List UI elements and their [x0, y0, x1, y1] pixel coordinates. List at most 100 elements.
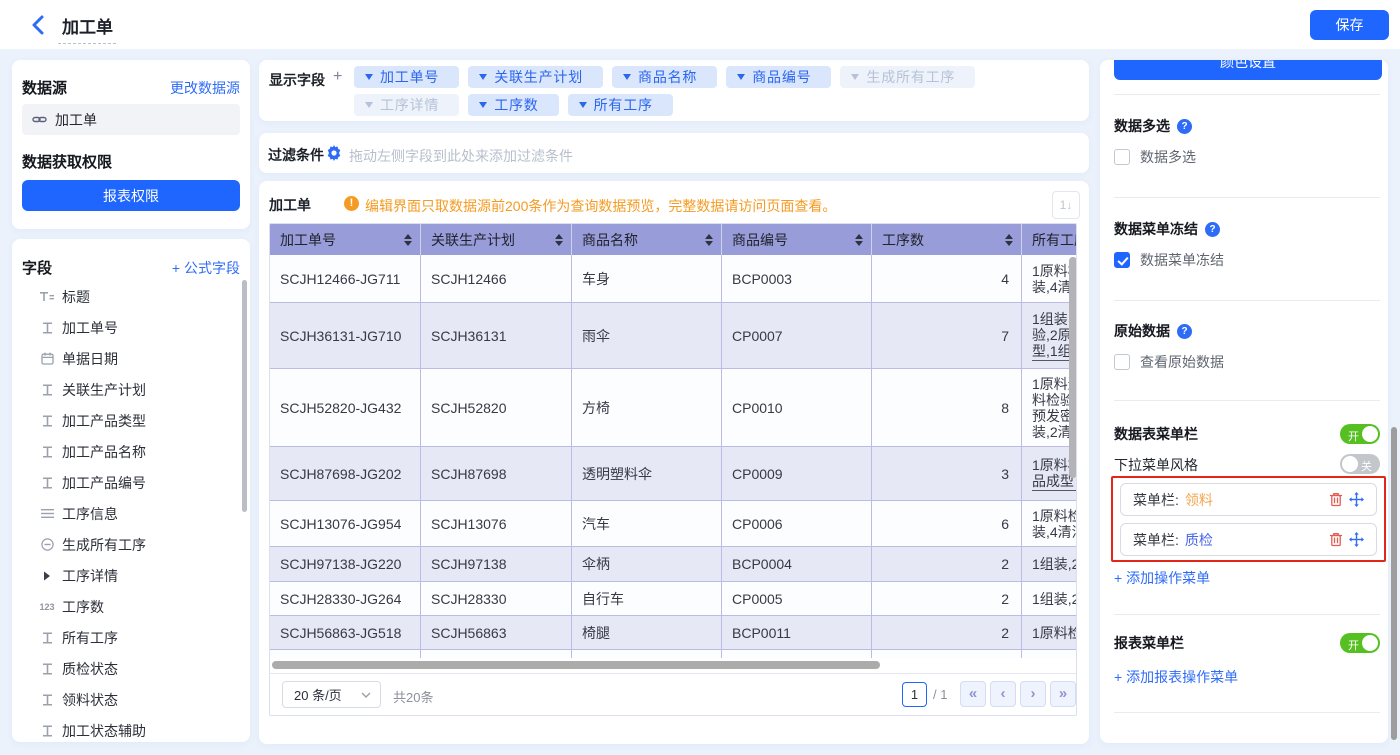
sort-icon[interactable] [855, 234, 863, 246]
display-field-tag[interactable]: 商品名称 [612, 66, 717, 88]
field-item[interactable]: 加工状态辅助 [12, 715, 240, 742]
sort-icon[interactable] [555, 234, 563, 246]
table-cell: SCJH97138-JG220 [270, 547, 421, 581]
display-field-tag[interactable]: 工序详情 [354, 94, 459, 116]
column-header[interactable]: 商品名称 [572, 224, 722, 255]
display-field-tag[interactable]: 关联生产计划 [468, 66, 603, 88]
delete-icon[interactable] [1326, 532, 1346, 547]
help-icon[interactable]: ? [1205, 222, 1220, 237]
column-header[interactable]: 加工单号 [270, 224, 421, 255]
column-header-label: 工序数 [882, 230, 924, 250]
column-header[interactable]: 所有工序 [1022, 224, 1077, 255]
table-row[interactable]: SCJH56863-JG518SCJH56863椅腿BCP001121原料检验 [270, 616, 1077, 650]
display-field-tag[interactable]: 工序数 [468, 94, 558, 116]
field-item[interactable]: 加工产品类型 [12, 405, 240, 436]
field-item[interactable]: 标题 [12, 281, 240, 312]
help-icon[interactable]: ? [1177, 119, 1192, 134]
page-scrollbar[interactable] [1391, 427, 1397, 740]
field-item[interactable]: 单据日期 [12, 343, 240, 374]
title-underline [58, 43, 116, 44]
raw-data-checkbox[interactable] [1114, 354, 1130, 370]
table-cell: SCJH52820 [421, 369, 572, 446]
column-header[interactable]: 商品编号 [722, 224, 872, 255]
menu-freeze-checkbox-row[interactable]: 数据菜单冻结 [1114, 250, 1224, 270]
field-item[interactable]: 加工单号 [12, 312, 240, 343]
display-field-tag[interactable]: 加工单号 [354, 66, 459, 88]
field-item[interactable]: 加工产品编号 [12, 467, 240, 498]
last-page-button[interactable]: » [1050, 681, 1076, 707]
report-menubar-toggle[interactable]: 开 [1340, 633, 1380, 653]
move-icon[interactable] [1346, 492, 1366, 507]
multi-select-checkbox-row[interactable]: 数据多选 [1114, 147, 1196, 167]
table-menubar-heading: 数据表菜单栏 [1114, 424, 1198, 444]
field-item[interactable]: 工序详情 [12, 560, 240, 591]
page-number-input[interactable] [902, 682, 927, 707]
add-display-field-button[interactable]: + [333, 68, 342, 86]
field-item[interactable]: 123工序数 [12, 591, 240, 622]
field-item-label: 工序详情 [62, 566, 118, 586]
table-menubar-toggle[interactable]: 开 [1340, 424, 1380, 444]
report-permission-button[interactable]: 报表权限 [22, 180, 240, 211]
menu-item-lingliao[interactable]: 菜单栏: 领料 [1120, 483, 1377, 516]
color-settings-button[interactable]: 颜色设置 [1114, 60, 1382, 80]
column-header[interactable]: 工序数 [872, 224, 1022, 255]
sort-icon[interactable] [404, 234, 412, 246]
dropdown-style-toggle[interactable]: 关 [1340, 454, 1380, 474]
delete-icon[interactable] [1326, 492, 1346, 507]
move-icon[interactable] [1346, 532, 1366, 547]
table-row[interactable]: SCJH87698-JG202SCJH87698透明塑料伞CP000931原料检… [270, 447, 1077, 501]
display-field-tag[interactable]: 商品编号 [726, 66, 831, 88]
display-field-tag[interactable]: 所有工序 [568, 94, 673, 116]
field-item-label: 单据日期 [62, 349, 118, 369]
table-horizontal-scrollbar[interactable] [272, 661, 1076, 669]
add-report-menu-link[interactable]: + 添加报表操作菜单 [1114, 667, 1238, 687]
field-item[interactable]: 质检状态 [12, 653, 240, 684]
datasource-item[interactable]: 加工单 [22, 104, 240, 135]
gear-icon[interactable] [326, 145, 342, 164]
tag-label: 关联生产计划 [494, 67, 583, 87]
display-field-tag[interactable]: 生成所有工序 [840, 66, 975, 88]
next-page-button[interactable]: › [1020, 681, 1046, 707]
table-row[interactable]: SCJH36131-JG710SCJH36131雨伞CP000771组装,2质验… [270, 303, 1077, 369]
sort-icon[interactable] [1005, 234, 1013, 246]
menu-items-highlight-box: 菜单栏: 领料 菜单栏: 质检 [1111, 476, 1386, 562]
fields-scrollbar[interactable] [242, 280, 247, 512]
dropdown-triangle-icon [737, 74, 745, 80]
dropdown-triangle-icon [365, 74, 373, 80]
change-datasource-link[interactable]: 更改数据源 [170, 78, 240, 98]
raw-data-checkbox-row[interactable]: 查看原始数据 [1114, 352, 1224, 372]
tag-label: 商品名称 [638, 67, 697, 87]
table-cell: SCJH56863-JG518 [270, 616, 421, 649]
table-vertical-scrollbar[interactable] [1069, 257, 1077, 478]
field-item[interactable]: 加工产品名称 [12, 436, 240, 467]
table-row[interactable]: SCJH52820-JG432SCJH52820方椅CP001081原料进厂料检… [270, 369, 1077, 447]
column-header[interactable]: 关联生产计划 [421, 224, 572, 255]
table-row[interactable]: SCJH28330-JG264SCJH28330自行车CP000521组装,2质 [270, 582, 1077, 616]
table-title: 加工单 [269, 195, 311, 215]
field-item[interactable]: 生成所有工序 [12, 529, 240, 560]
column-header-label: 商品名称 [582, 230, 638, 250]
save-button[interactable]: 保存 [1310, 10, 1389, 40]
back-icon[interactable] [26, 12, 52, 38]
field-item[interactable]: 所有工序 [12, 622, 240, 653]
add-formula-field-link[interactable]: + 公式字段 [172, 258, 240, 278]
menu-item-zhijian[interactable]: 菜单栏: 质检 [1120, 523, 1377, 556]
multi-select-checkbox[interactable] [1114, 149, 1130, 165]
table-row[interactable]: SCJH97138-JG220SCJH97138伞柄BCP000421组装,2质 [270, 547, 1077, 582]
prev-page-button[interactable]: ‹ [990, 681, 1016, 707]
page-size-select[interactable]: 20 条/页 [282, 681, 381, 708]
table-cell-count: 2 [872, 547, 1022, 581]
raw-data-label: 查看原始数据 [1140, 352, 1224, 372]
link-icon [32, 112, 47, 127]
sort-icon[interactable] [705, 234, 713, 246]
field-item[interactable]: 工序信息 [12, 498, 240, 529]
field-item[interactable]: 关联生产计划 [12, 374, 240, 405]
first-page-button[interactable]: « [960, 681, 986, 707]
table-row[interactable]: SCJH12466-JG711SCJH12466车身BCP000341原料检验装… [270, 255, 1077, 303]
help-icon[interactable]: ? [1177, 324, 1192, 339]
sort-order-button[interactable]: 1↓ [1052, 191, 1080, 219]
menu-freeze-checkbox[interactable] [1114, 252, 1130, 268]
add-action-menu-link[interactable]: + 添加操作菜单 [1114, 568, 1210, 588]
field-item[interactable]: 领料状态 [12, 684, 240, 715]
table-row[interactable]: SCJH13076-JG954SCJH13076汽车CP000661原料检验装,… [270, 501, 1077, 547]
